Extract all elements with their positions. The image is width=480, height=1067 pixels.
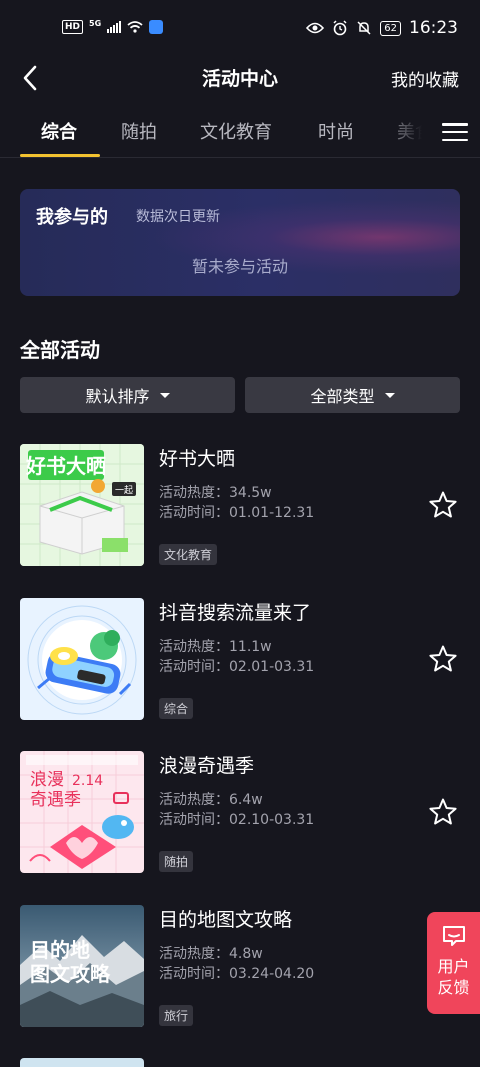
mute-bell-icon xyxy=(357,21,371,35)
star-icon[interactable] xyxy=(428,644,458,674)
network-type: 5G xyxy=(89,18,102,28)
activity-time: 活动时间：03.24-04.20 xyxy=(159,966,315,982)
signal-icon xyxy=(107,21,122,33)
alarm-icon xyxy=(333,20,347,36)
wifi-icon xyxy=(127,21,143,33)
activity-item-partial[interactable] xyxy=(20,1058,144,1067)
activity-tag: 随拍 xyxy=(159,851,194,872)
activity-heat: 活动热度：34.5w xyxy=(159,485,272,501)
thumb-text-1: 目的地 xyxy=(30,938,90,962)
activity-title: 抖音搜索流量来了 xyxy=(159,602,312,624)
activity-thumbnail: 好书大晒 一起 xyxy=(20,444,144,566)
feedback-label: 用户反馈 xyxy=(437,957,470,997)
activity-item[interactable]: 好书大晒 一起 好书大晒 活动热度：34.5w 活动时间：01.01-12.31… xyxy=(0,444,480,568)
active-tab-indicator xyxy=(20,154,100,157)
caret-down-icon xyxy=(159,392,170,398)
activity-time: 活动时间：02.10-03.31 xyxy=(159,812,315,828)
sort-dropdown[interactable]: 默认排序 xyxy=(20,377,235,413)
activity-item[interactable]: 浪漫 2.14 奇遇季 浪漫奇遇季 活动热度：6.4w 活动时间：02.10-0… xyxy=(0,751,480,875)
chat-icon xyxy=(442,926,465,946)
empty-state-text: 暂未参与活动 xyxy=(191,257,288,276)
thumb-text-1: 浪漫 xyxy=(30,770,64,790)
activity-tag: 综合 xyxy=(159,698,194,719)
tab-snapshot[interactable]: 随拍 xyxy=(121,118,157,144)
tab-fade xyxy=(380,108,440,156)
activity-time: 活动时间：02.01-03.31 xyxy=(159,659,315,675)
activity-heat: 活动热度：11.1w xyxy=(159,639,272,655)
activity-item[interactable]: 目的地 图文攻略 目的地图文攻略 活动热度：4.8w 活动时间：03.24-04… xyxy=(0,905,480,1029)
tab-general[interactable]: 综合 xyxy=(41,118,77,144)
thumb-text-2: 图文攻略 xyxy=(30,962,111,986)
tab-fashion[interactable]: 时尚 xyxy=(318,118,354,144)
thumb-date: 2.14 xyxy=(72,773,103,789)
activity-item[interactable]: 抖音搜索流量来了 活动热度：11.1w 活动时间：02.01-03.31 综合 xyxy=(0,598,480,722)
activity-tag: 旅行 xyxy=(159,1005,194,1026)
activity-thumbnail: 目的地 图文攻略 xyxy=(20,905,144,1027)
activity-heat: 活动热度：4.8w xyxy=(159,946,263,962)
activity-tag: 文化教育 xyxy=(159,544,218,565)
activity-thumbnail xyxy=(20,598,144,720)
security-shield-icon xyxy=(149,20,164,34)
eye-icon xyxy=(306,22,325,34)
activity-title: 目的地图文攻略 xyxy=(159,909,293,931)
status-right: 62 16:23 xyxy=(306,18,458,38)
sort-label: 默认排序 xyxy=(85,387,150,406)
battery-icon: 62 xyxy=(380,20,401,36)
clock: 16:23 xyxy=(409,18,458,38)
activity-time: 活动时间：01.01-12.31 xyxy=(159,505,315,521)
thumb-text-2: 奇遇季 xyxy=(30,790,81,810)
tab-culture-education[interactable]: 文化教育 xyxy=(200,118,272,144)
star-icon[interactable] xyxy=(428,490,458,520)
status-left: HD 5G xyxy=(62,18,164,34)
activity-title: 浪漫奇遇季 xyxy=(159,755,255,777)
header: 活动中心 我的收藏 xyxy=(0,56,480,100)
menu-icon[interactable] xyxy=(442,120,468,144)
my-participation-card[interactable]: 我参与的 数据次日更新 暂未参与活动 xyxy=(20,189,460,296)
status-bar: HD 5G 62 16:23 xyxy=(0,0,480,58)
section-title: 全部活动 xyxy=(20,338,100,362)
hd-badge: HD xyxy=(62,20,84,34)
type-dropdown[interactable]: 全部类型 xyxy=(245,377,460,413)
type-label: 全部类型 xyxy=(310,387,375,406)
star-icon[interactable] xyxy=(428,797,458,827)
my-favorites-link[interactable]: 我的收藏 xyxy=(391,66,459,91)
user-feedback-button[interactable]: 用户反馈 xyxy=(427,912,480,1014)
category-tabs: 综合 随拍 文化教育 时尚 美食 xyxy=(0,108,480,158)
thumb-badge: 一起 xyxy=(115,485,133,496)
my-participation-title: 我参与的 xyxy=(36,207,108,228)
activity-title: 好书大晒 xyxy=(159,448,236,470)
data-update-note: 数据次日更新 xyxy=(136,209,220,225)
activity-thumbnail: 浪漫 2.14 奇遇季 xyxy=(20,751,144,873)
caret-down-icon xyxy=(384,392,395,398)
thumb-title: 好书大晒 xyxy=(25,454,106,478)
activity-heat: 活动热度：6.4w xyxy=(159,792,263,808)
